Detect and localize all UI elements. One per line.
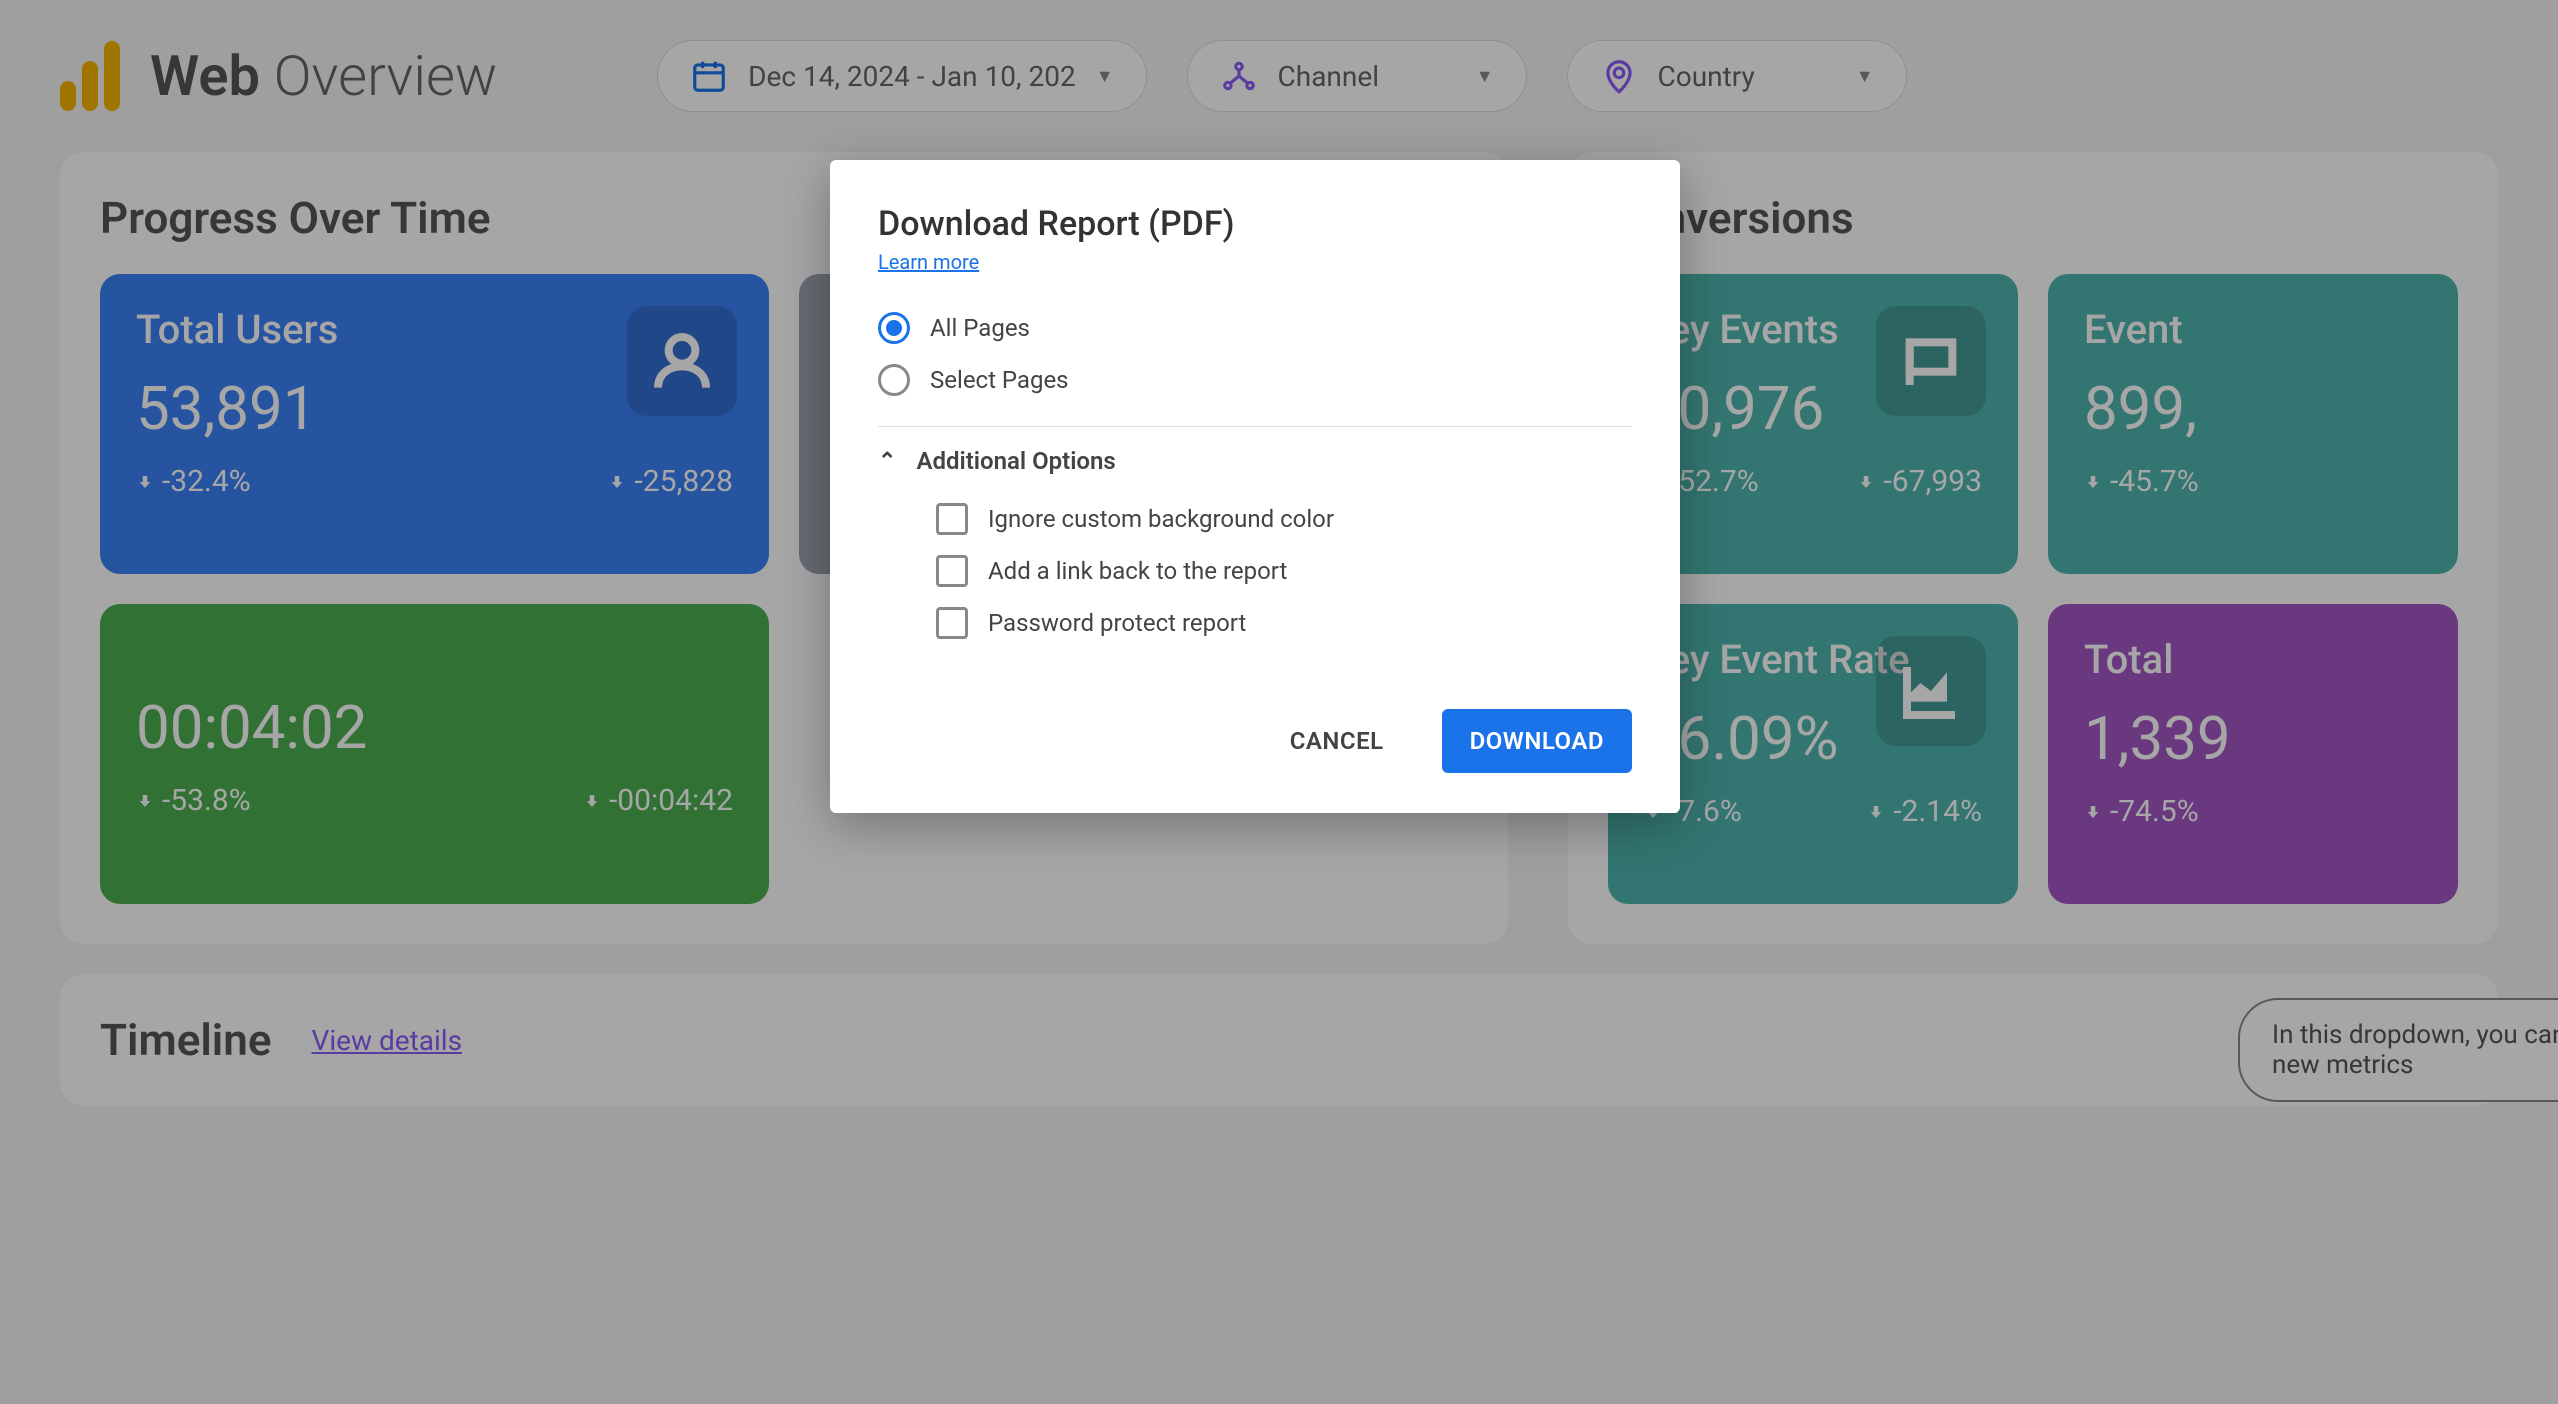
checkbox-icon (936, 555, 968, 587)
checkbox-add-link-label: Add a link back to the report (988, 557, 1287, 585)
radio-icon (878, 364, 910, 396)
cancel-button[interactable]: CANCEL (1262, 709, 1412, 773)
additional-options-label: Additional Options (916, 447, 1115, 475)
download-button[interactable]: DOWNLOAD (1442, 709, 1632, 773)
page-selection-radio-group: All Pages Select Pages (878, 302, 1632, 406)
radio-select-pages[interactable]: Select Pages (878, 354, 1632, 406)
modal-title: Download Report (PDF) (878, 204, 1632, 244)
modal-actions: CANCEL DOWNLOAD (878, 709, 1632, 773)
additional-options-toggle[interactable]: ⌃ Additional Options (878, 447, 1632, 475)
checkbox-ignore-bg-label: Ignore custom background color (988, 505, 1334, 533)
checkbox-icon (936, 607, 968, 639)
checkbox-password-label: Password protect report (988, 609, 1246, 637)
radio-all-label: All Pages (930, 314, 1030, 342)
checkbox-add-link[interactable]: Add a link back to the report (936, 545, 1632, 597)
divider (878, 426, 1632, 427)
radio-all-pages[interactable]: All Pages (878, 302, 1632, 354)
radio-select-label: Select Pages (930, 366, 1069, 394)
additional-options-list: Ignore custom background color Add a lin… (878, 493, 1632, 649)
download-report-modal: Download Report (PDF) Learn more All Pag… (830, 160, 1680, 813)
learn-more-link[interactable]: Learn more (878, 250, 979, 274)
checkbox-icon (936, 503, 968, 535)
checkbox-ignore-bg[interactable]: Ignore custom background color (936, 493, 1632, 545)
checkbox-password[interactable]: Password protect report (936, 597, 1632, 649)
chevron-up-icon: ⌃ (878, 449, 896, 474)
radio-icon (878, 312, 910, 344)
